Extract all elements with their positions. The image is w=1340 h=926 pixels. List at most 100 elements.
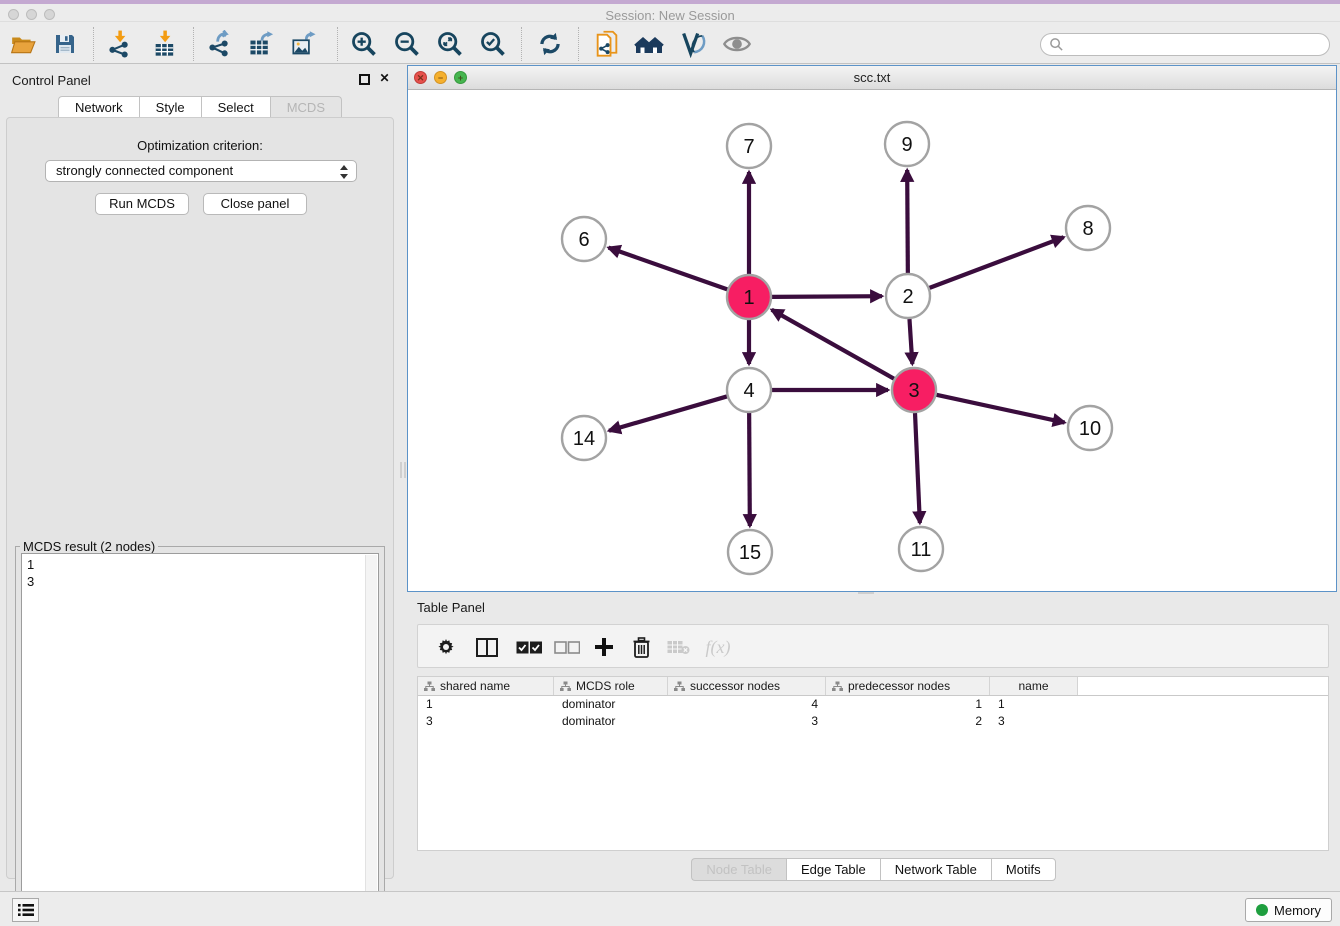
cell-shared-name[interactable]: 3: [418, 713, 554, 730]
edge-3-11[interactable]: [915, 413, 920, 523]
title-bar: Session: New Session: [0, 0, 1340, 22]
select-all-columns-icon[interactable]: [514, 633, 544, 661]
add-column-icon[interactable]: [590, 633, 618, 661]
cell-successor-nodes[interactable]: 3: [668, 713, 826, 730]
node-15[interactable]: 15: [728, 530, 772, 574]
toolbar-separator: [337, 27, 338, 61]
new-network-from-selection-icon[interactable]: [592, 29, 622, 59]
vertical-splitter-handle[interactable]: [400, 462, 406, 478]
column-header-successor-nodes[interactable]: successor nodes: [668, 677, 826, 695]
optimization-criterion-value: strongly connected component: [56, 163, 233, 178]
cell-name[interactable]: 1: [990, 696, 1078, 713]
optimization-criterion-select[interactable]: strongly connected component: [45, 160, 357, 182]
node-1[interactable]: 1: [727, 275, 771, 319]
mcds-result-lines: 1 3: [27, 557, 34, 589]
import-table-icon[interactable]: [150, 29, 180, 59]
cell-name[interactable]: 3: [990, 713, 1078, 730]
close-panel-icon[interactable]: ✕: [378, 72, 391, 85]
column-header-shared-name[interactable]: shared name: [418, 677, 554, 695]
app-window: Session: New Session: [0, 0, 1340, 926]
table-row[interactable]: 3dominator323: [418, 713, 1328, 730]
apply-layout-icon[interactable]: [535, 29, 565, 59]
run-mcds-button[interactable]: Run MCDS: [95, 193, 189, 215]
result-scrollbar[interactable]: [365, 555, 377, 915]
list-icon: [18, 903, 34, 917]
column-header-predecessor-nodes[interactable]: predecessor nodes: [826, 677, 990, 695]
network-view-window: ✕ − + scc.txt 7 9 6 8 1 2 4 3 14 10 15 11: [407, 65, 1337, 592]
edge-1-6[interactable]: [609, 248, 728, 290]
tab-node-table[interactable]: Node Table: [691, 858, 786, 881]
network-window-titlebar[interactable]: ✕ − + scc.txt: [408, 66, 1336, 90]
show-hide-eye-icon[interactable]: [722, 29, 752, 59]
zoom-fit-icon[interactable]: [435, 29, 465, 59]
edge-4-14[interactable]: [609, 396, 727, 430]
node-14[interactable]: 14: [562, 416, 606, 460]
control-panel-title: Control Panel: [12, 73, 91, 88]
node-label-1: 1: [743, 287, 754, 309]
edge-1-2[interactable]: [772, 296, 882, 297]
column-header-name[interactable]: name: [990, 677, 1078, 695]
cell-successor-nodes[interactable]: 4: [668, 696, 826, 713]
delete-column-trash-icon[interactable]: [628, 633, 654, 661]
edge-2-3[interactable]: [909, 319, 912, 364]
node-3[interactable]: 3: [892, 368, 936, 412]
tab-style[interactable]: Style: [139, 96, 201, 118]
edge-4-15[interactable]: [749, 413, 750, 526]
node-label-2: 2: [902, 286, 913, 308]
node-8[interactable]: 8: [1066, 206, 1110, 250]
tab-network[interactable]: Network: [58, 96, 139, 118]
table-row[interactable]: 1dominator411: [418, 696, 1328, 713]
vizmapper-icon[interactable]: [678, 29, 708, 59]
node-11[interactable]: 11: [899, 527, 943, 571]
zoom-in-icon[interactable]: [349, 29, 379, 59]
control-panel-tabs: NetworkStyleSelectMCDS: [0, 96, 400, 118]
node-9[interactable]: 9: [885, 122, 929, 166]
table-settings-gear-icon[interactable]: [434, 633, 458, 661]
node-10[interactable]: 10: [1068, 406, 1112, 450]
mcds-result-text[interactable]: 1 3: [21, 553, 379, 917]
first-neighbors-icon[interactable]: [634, 29, 664, 59]
search-box[interactable]: [1040, 33, 1330, 56]
open-file-icon[interactable]: [8, 29, 38, 59]
tab-select[interactable]: Select: [201, 96, 270, 118]
import-network-icon[interactable]: [105, 29, 135, 59]
edge-2-9[interactable]: [907, 170, 908, 273]
cell-MCDS-role[interactable]: dominator: [554, 696, 668, 713]
tab-mcds[interactable]: MCDS: [270, 96, 342, 118]
toolbar-separator: [521, 27, 522, 61]
table-panel: Table Panel ✕ f(x): [407, 595, 1340, 890]
cell-predecessor-nodes[interactable]: 2: [826, 713, 990, 730]
show-panes-icon[interactable]: [474, 633, 500, 661]
mcds-panel: Optimization criterion: strongly connect…: [6, 117, 394, 879]
edge-2-8[interactable]: [930, 237, 1064, 288]
tab-edge-table[interactable]: Edge Table: [786, 858, 880, 881]
tab-network-table[interactable]: Network Table: [880, 858, 991, 881]
deselect-all-columns-icon[interactable]: [552, 633, 582, 661]
tab-motifs[interactable]: Motifs: [991, 858, 1056, 881]
cell-MCDS-role[interactable]: dominator: [554, 713, 668, 730]
status-bar: Memory: [0, 891, 1340, 926]
zoom-out-icon[interactable]: [392, 29, 422, 59]
column-header-MCDS-role[interactable]: MCDS role: [554, 677, 668, 695]
export-table-icon[interactable]: [247, 29, 277, 59]
close-panel-button[interactable]: Close panel: [203, 193, 307, 215]
zoom-selected-icon[interactable]: [478, 29, 508, 59]
cell-predecessor-nodes[interactable]: 1: [826, 696, 990, 713]
node-label-6: 6: [578, 229, 589, 251]
node-4[interactable]: 4: [727, 368, 771, 412]
export-network-icon[interactable]: [205, 29, 235, 59]
node-label-7: 7: [743, 136, 754, 158]
search-input[interactable]: [1064, 34, 1329, 55]
memory-button[interactable]: Memory: [1245, 898, 1332, 922]
cell-shared-name[interactable]: 1: [418, 696, 554, 713]
node-7[interactable]: 7: [727, 124, 771, 168]
edge-3-1[interactable]: [772, 310, 894, 379]
export-image-icon[interactable]: [289, 29, 319, 59]
float-panel-icon[interactable]: [359, 74, 372, 87]
node-2[interactable]: 2: [886, 274, 930, 318]
task-history-button[interactable]: [12, 898, 39, 922]
save-session-icon[interactable]: [50, 29, 80, 59]
network-graph[interactable]: 7 9 6 8 1 2 4 3 14 10 15 11: [408, 90, 1336, 591]
node-6[interactable]: 6: [562, 217, 606, 261]
edge-3-10[interactable]: [936, 395, 1064, 423]
